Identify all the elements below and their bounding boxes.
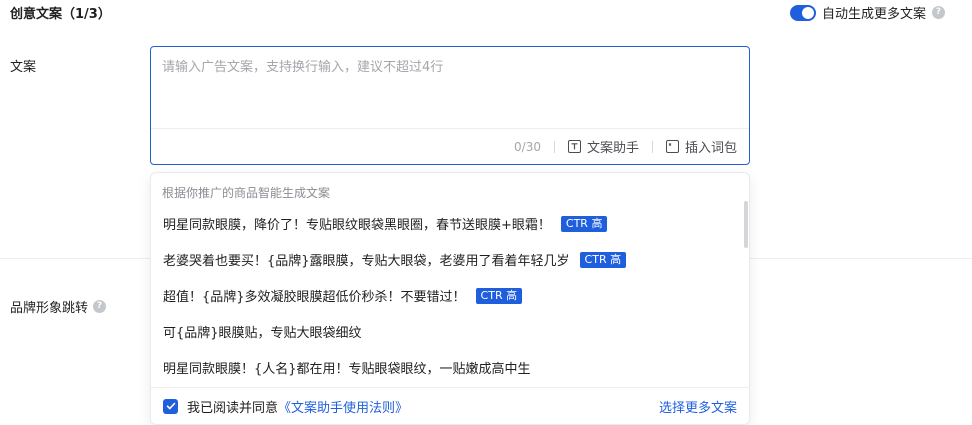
help-icon[interactable]: ? — [932, 6, 945, 19]
suggestion-dropdown: 根据你推广的商品智能生成文案 明星同款眼膜，降价了！专贴眼纹眼袋黑眼圈，春节送眼… — [150, 172, 750, 425]
dropdown-scrollbar[interactable] — [744, 201, 748, 248]
toolbar-divider — [651, 140, 653, 153]
suggestion-text: 明星同款眼膜！{人名}都在用！专贴眼袋眼纹，一贴嫩成高中生 — [163, 362, 531, 377]
agree-checkbox[interactable] — [163, 398, 178, 414]
auto-generate-toggle[interactable] — [789, 4, 816, 21]
ctr-badge: CTR 高 — [560, 215, 608, 232]
help-icon[interactable]: ? — [93, 300, 107, 313]
section-title: 创意文案（1/3） — [10, 7, 111, 22]
insert-word-pack-label: 插入词包 — [684, 141, 737, 156]
brand-jump-text: 品牌形象跳转 — [10, 301, 89, 316]
auto-generate-control: 自动生成更多文案 ? — [789, 3, 945, 22]
copy-assistant-label: 文案助手 — [586, 141, 639, 156]
copy-textarea-box: 0/30 文案助手 插入词包 — [150, 46, 750, 165]
dropdown-hint: 根据你推广的商品智能生成文案 — [162, 186, 331, 200]
agree-text: 我已阅读并同意 — [187, 400, 279, 416]
auto-generate-label: 自动生成更多文案 — [821, 7, 926, 22]
suggestion-item[interactable]: 可{品牌}眼膜贴，专贴大眼袋细纹 — [163, 322, 362, 341]
insert-word-pack-button[interactable]: 插入词包 — [665, 137, 737, 156]
char-counter: 0/30 — [514, 139, 541, 154]
ctr-badge: CTR 高 — [475, 287, 523, 304]
copy-assistant-button[interactable]: 文案助手 — [567, 137, 639, 156]
suggestion-item[interactable]: 老婆哭着也要买！{品牌}露眼膜，专贴大眼袋，老婆用了看着年轻几岁 CTR 高 — [163, 250, 627, 269]
textarea-toolbar: 0/30 文案助手 插入词包 — [151, 128, 749, 164]
suggestion-item[interactable]: 超值！{品牌}多效凝胶眼膜超低价秒杀！不要错过！ CTR 高 — [163, 286, 523, 305]
suggestion-item[interactable]: 明星同款眼膜！{人名}都在用！专贴眼袋眼纹，一贴嫩成高中生 — [163, 358, 531, 377]
select-more-copy-link[interactable]: 选择更多文案 — [659, 397, 737, 416]
suggestion-text: 明星同款眼膜，降价了！专贴眼纹眼袋黑眼圈，春节送眼膜+眼霜！ — [163, 218, 551, 233]
dropdown-footer: 我已阅读并同意 《文案助手使用法则》 选择更多文案 — [151, 387, 749, 424]
word-pack-icon — [665, 140, 679, 153]
copy-field-label: 文案 — [10, 60, 37, 75]
copy-input[interactable] — [151, 47, 749, 129]
suggestion-text: 超值！{品牌}多效凝胶眼膜超低价秒杀！不要错过！ — [163, 290, 466, 305]
suggestion-text: 可{品牌}眼膜贴，专贴大眼袋细纹 — [163, 326, 362, 341]
suggestion-item[interactable]: 明星同款眼膜，降价了！专贴眼纹眼袋黑眼圈，春节送眼膜+眼霜！ CTR 高 — [163, 214, 608, 233]
ctr-badge: CTR 高 — [579, 251, 627, 268]
brand-jump-label: 品牌形象跳转 ? — [10, 297, 107, 316]
suggestion-text: 老婆哭着也要买！{品牌}露眼膜，专贴大眼袋，老婆用了看着年轻几岁 — [163, 254, 570, 269]
check-icon — [166, 402, 175, 410]
text-t-icon — [567, 140, 581, 153]
usage-rules-link[interactable]: 《文案助手使用法则》 — [278, 397, 408, 416]
toolbar-divider — [553, 140, 555, 153]
